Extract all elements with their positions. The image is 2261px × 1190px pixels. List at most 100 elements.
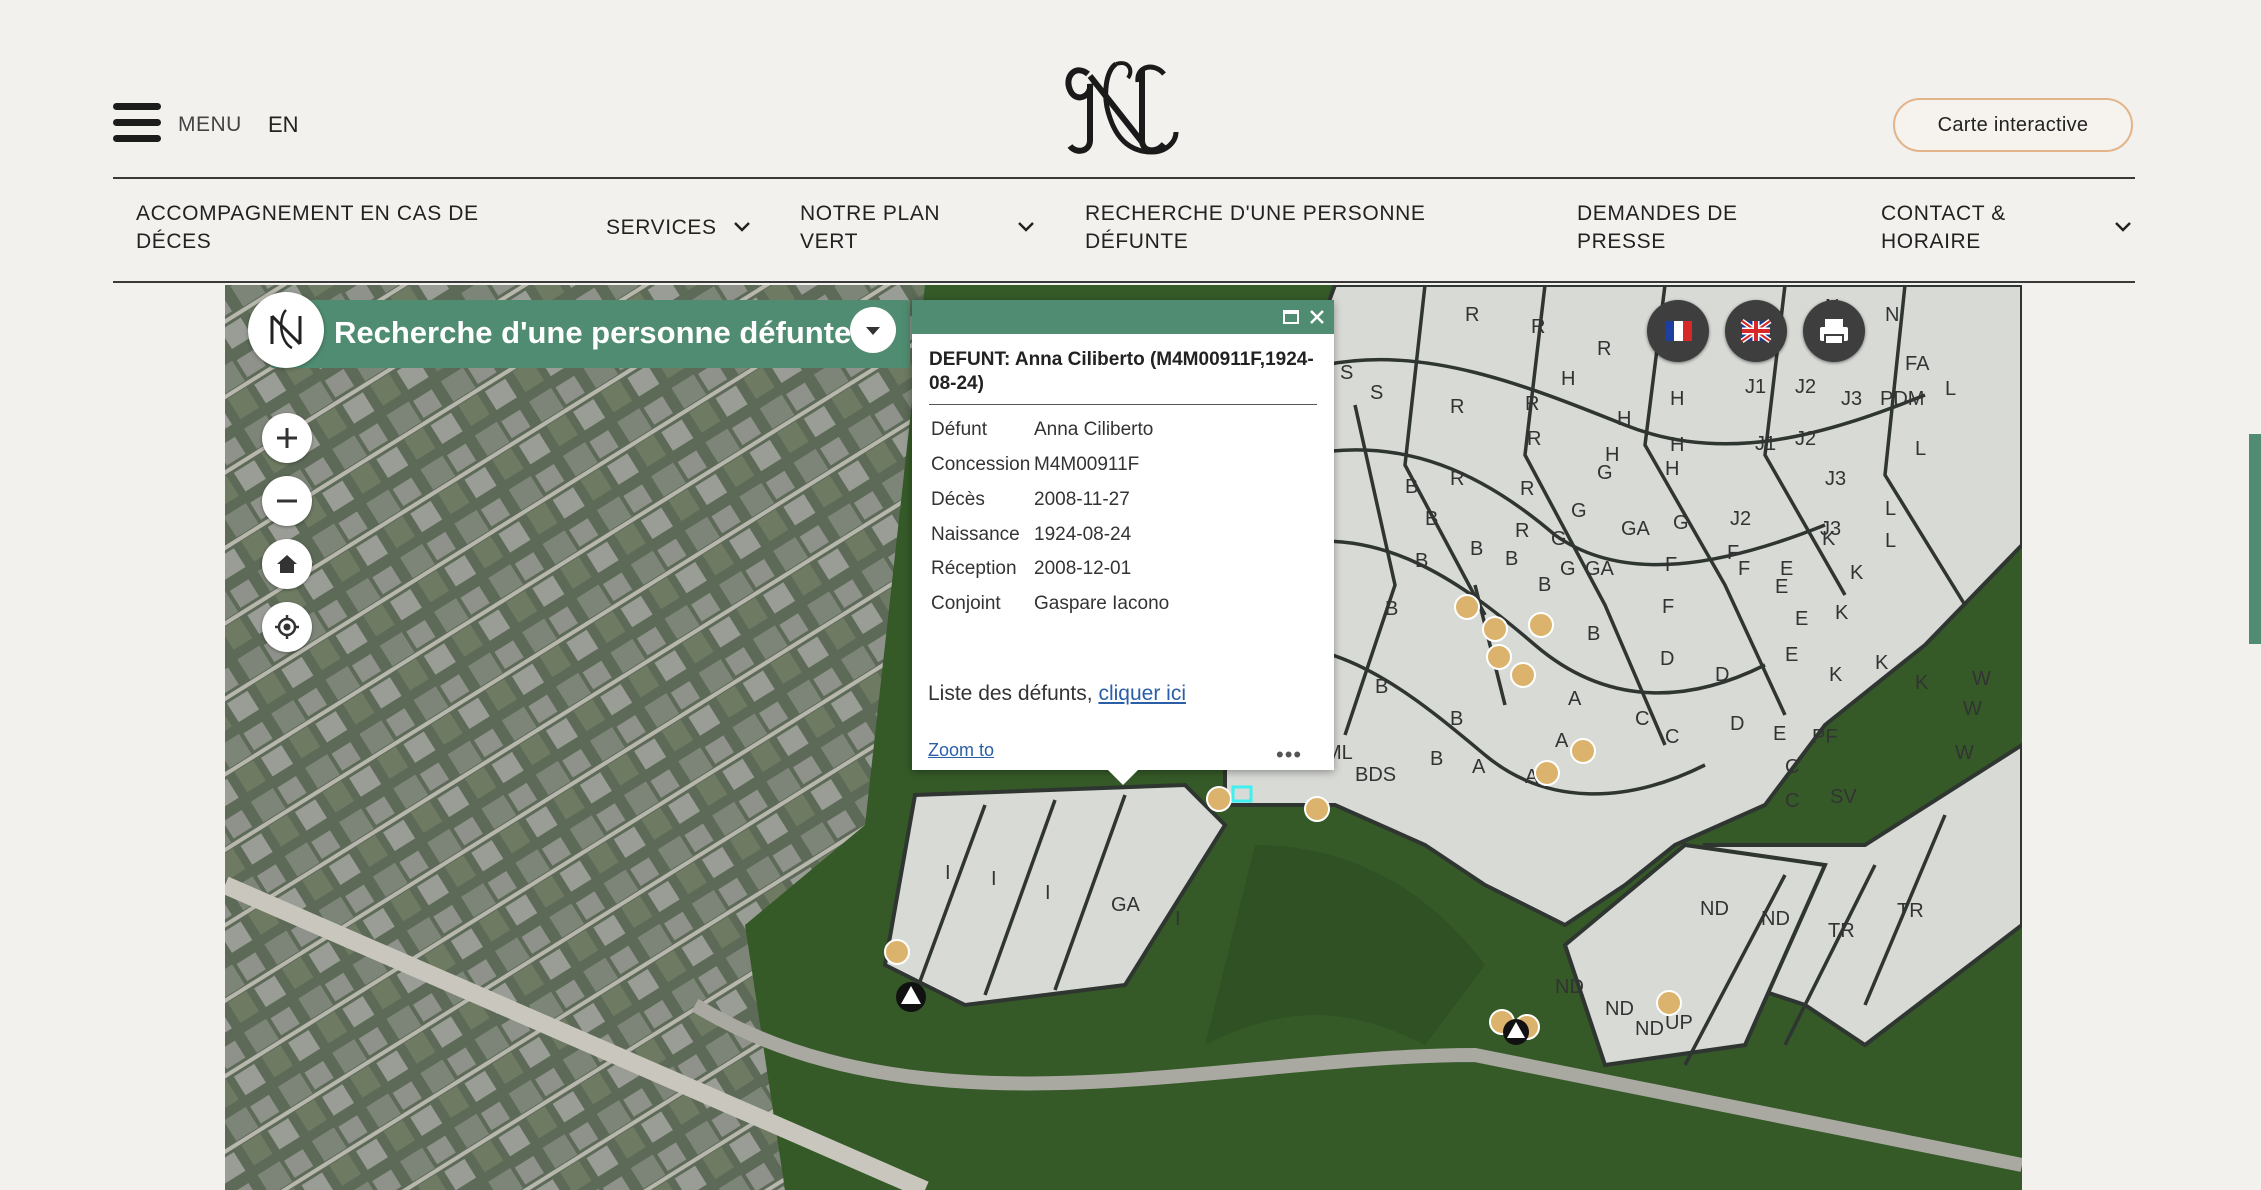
svg-text:K: K <box>1822 528 1836 550</box>
zoom-to-link[interactable]: Zoom to <box>928 740 994 761</box>
nav-item-label: DÉFUNTE <box>1085 230 1189 253</box>
svg-text:I: I <box>1045 882 1051 904</box>
search-options-button[interactable] <box>850 307 896 353</box>
svg-text:B: B <box>1587 623 1600 645</box>
svg-text:TR: TR <box>1897 900 1924 922</box>
svg-text:J1: J1 <box>1755 433 1776 455</box>
caret-down-icon <box>866 327 880 335</box>
home-icon <box>277 555 297 573</box>
svg-text:C: C <box>1785 790 1799 812</box>
nav-item-accompagnement[interactable]: ACCOMPAGNEMENT EN CAS DE DÉCES <box>136 200 479 256</box>
hamburger-menu-icon[interactable] <box>113 103 161 143</box>
svg-text:R: R <box>1520 478 1534 500</box>
svg-text:L: L <box>1915 438 1926 460</box>
attribute-key: Défunt <box>931 419 987 440</box>
svg-text:E: E <box>1785 644 1798 666</box>
maximize-icon[interactable] <box>1282 308 1300 326</box>
svg-text:G: G <box>1673 512 1689 534</box>
svg-text:H: H <box>1665 458 1679 480</box>
svg-text:GA: GA <box>1585 558 1615 580</box>
svg-text:H: H <box>1561 368 1575 390</box>
zoom-in-button[interactable] <box>262 413 312 463</box>
nav-item-label: NOTRE PLAN <box>800 202 941 225</box>
svg-text:R: R <box>1531 316 1545 338</box>
attribute-key: Conjoint <box>931 593 1001 614</box>
svg-text:K: K <box>1850 562 1864 584</box>
svg-text:R: R <box>1527 428 1541 450</box>
zoom-out-button[interactable] <box>262 476 312 526</box>
svg-text:J2: J2 <box>1795 428 1816 450</box>
svg-text:R: R <box>1450 396 1464 418</box>
svg-text:A: A <box>1472 756 1486 778</box>
svg-text:ND: ND <box>1605 998 1634 1020</box>
svg-text:SV: SV <box>1830 786 1857 808</box>
chevron-down-icon[interactable] <box>1017 218 1035 236</box>
svg-text:C: C <box>1665 726 1679 748</box>
interactive-map-button[interactable]: Carte interactive <box>1893 98 2133 152</box>
svg-text:ND: ND <box>1700 898 1729 920</box>
language-fr-button[interactable] <box>1647 300 1709 362</box>
deceased-list-line: Liste des défunts, cliquer ici <box>928 682 1186 706</box>
svg-text:S: S <box>1370 382 1383 404</box>
language-uk-button[interactable] <box>1725 300 1787 362</box>
svg-text:ND: ND <box>1761 908 1790 930</box>
nav-item-plan-vert[interactable]: NOTRE PLAN VERT <box>800 200 940 256</box>
nav-item-recherche[interactable]: RECHERCHE D'UNE PERSONNE DÉFUNTE <box>1085 200 1425 256</box>
crosshair-icon <box>275 615 299 639</box>
deceased-list-link[interactable]: cliquer ici <box>1098 682 1186 705</box>
nav-item-presse[interactable]: DEMANDES DE PRESSE <box>1577 200 1738 256</box>
nav-item-label: DEMANDES DE <box>1577 202 1738 225</box>
svg-text:C: C <box>1785 756 1799 778</box>
chevron-down-icon[interactable] <box>733 218 751 236</box>
side-scroll-indicator[interactable] <box>2249 434 2261 644</box>
svg-text:B: B <box>1405 476 1418 498</box>
svg-text:ND: ND <box>1635 1018 1664 1040</box>
svg-text:N: N <box>1885 304 1899 326</box>
svg-text:L: L <box>1945 378 1956 400</box>
attribute-value: Gaspare Iacono <box>1034 593 1170 614</box>
svg-text:H: H <box>1670 434 1684 456</box>
svg-text:B: B <box>1385 598 1398 620</box>
search-widget-title: Recherche d'une personne défunte <box>334 315 852 350</box>
svg-text:B: B <box>1375 676 1388 698</box>
svg-text:FA: FA <box>1905 353 1930 375</box>
locate-button[interactable] <box>262 602 312 652</box>
main-nav: ACCOMPAGNEMENT EN CAS DE DÉCES SERVICES … <box>113 178 2135 282</box>
attribute-key: Décès <box>931 489 985 510</box>
more-options-icon[interactable]: ••• <box>1276 742 1302 768</box>
svg-text:W: W <box>1955 742 1974 764</box>
popup-title: DEFUNT: Anna Ciliberto (M4M00911F,1924-0… <box>929 349 1314 394</box>
svg-text:J2: J2 <box>1730 508 1751 530</box>
widget-logo-icon <box>270 309 302 350</box>
nav-item-label: VERT <box>800 230 859 253</box>
svg-text:ND: ND <box>1555 976 1584 998</box>
site-logo[interactable] <box>1058 56 1188 158</box>
printer-icon <box>1820 319 1848 345</box>
attribute-key: Naissance <box>931 524 1020 545</box>
deceased-list-prefix: Liste des défunts, <box>928 682 1099 705</box>
home-button[interactable] <box>262 539 312 589</box>
print-button[interactable] <box>1803 300 1865 362</box>
svg-text:B: B <box>1415 550 1428 572</box>
svg-text:J3: J3 <box>1825 468 1846 490</box>
nav-item-label: HORAIRE <box>1881 230 1981 253</box>
svg-text:I: I <box>1175 908 1181 930</box>
svg-text:PF: PF <box>1812 726 1838 748</box>
svg-text:GA: GA <box>1621 518 1651 540</box>
close-icon[interactable] <box>1308 308 1326 326</box>
attribute-value: 2008-11-27 <box>1034 489 1130 510</box>
nav-item-label: ACCOMPAGNEMENT EN CAS DE <box>136 202 479 225</box>
svg-text:C: C <box>1635 708 1649 730</box>
language-switch-link[interactable]: EN <box>268 112 299 138</box>
svg-text:E: E <box>1775 576 1788 598</box>
svg-text:B: B <box>1470 538 1483 560</box>
nav-item-contact[interactable]: CONTACT & HORAIRE <box>1881 200 2006 256</box>
svg-text:K: K <box>1915 672 1929 694</box>
svg-text:L: L <box>1885 530 1896 552</box>
nav-item-services[interactable]: SERVICES <box>606 214 717 242</box>
minus-icon <box>277 499 297 503</box>
svg-text:A: A <box>1555 730 1569 752</box>
chevron-down-icon[interactable] <box>2114 218 2132 236</box>
svg-text:D: D <box>1660 648 1674 670</box>
menu-label[interactable]: MENU <box>178 113 242 137</box>
